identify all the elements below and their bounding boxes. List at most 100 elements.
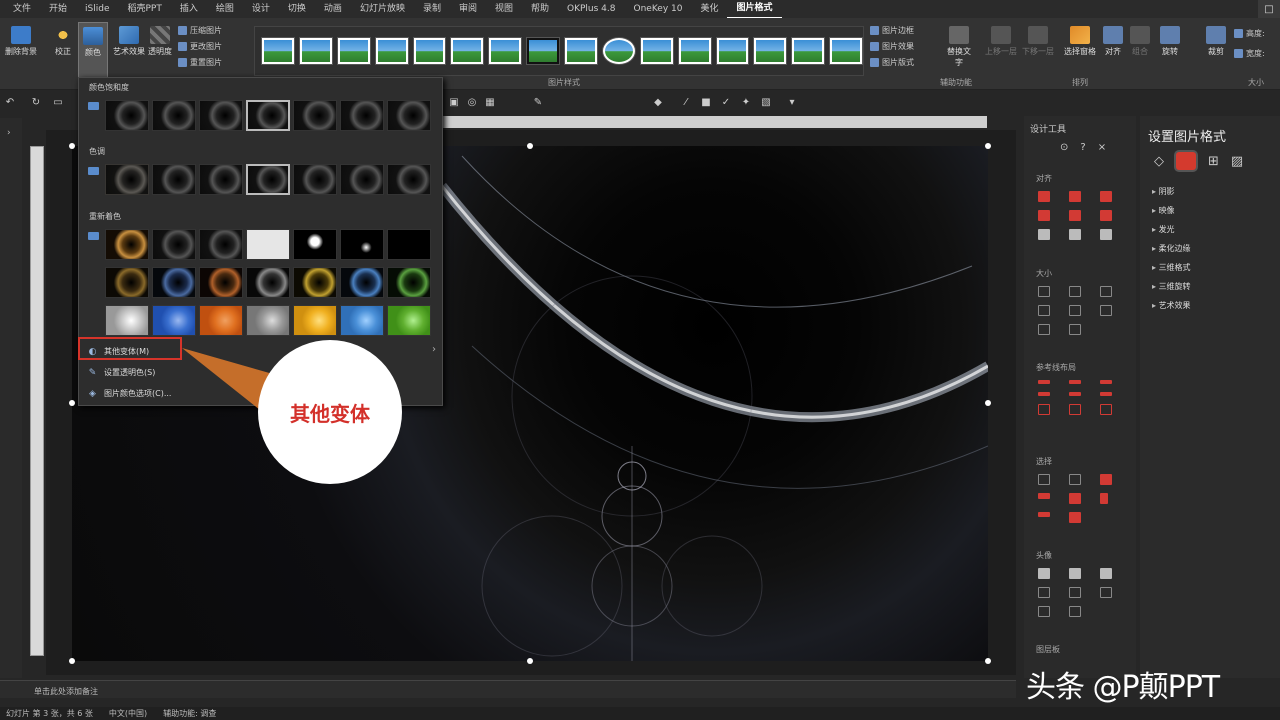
avatar-icon[interactable] xyxy=(1100,568,1112,579)
selection-pane-button[interactable]: 选择窗格 xyxy=(1062,26,1098,57)
picture-style-option[interactable] xyxy=(261,37,295,65)
recolor-option[interactable] xyxy=(293,229,337,260)
tab-14[interactable]: OKPlus 4.8 xyxy=(558,0,624,18)
tab-17[interactable]: 图片格式 xyxy=(727,0,782,19)
tone-option[interactable] xyxy=(105,164,149,195)
recolor-option[interactable] xyxy=(152,267,196,298)
rotate-button[interactable]: 旋转 xyxy=(1158,26,1182,57)
avatar-icon[interactable] xyxy=(1038,568,1050,579)
redo-icon[interactable]: ↻ xyxy=(30,96,42,108)
tone-option[interactable] xyxy=(387,164,431,195)
color-button[interactable]: 颜色 xyxy=(78,22,108,84)
picture-color-options-item[interactable]: ◈ 图片颜色选项(C)... xyxy=(87,388,171,399)
recolor-option[interactable] xyxy=(293,267,337,298)
saturation-option-selected[interactable] xyxy=(246,100,290,131)
white-square-icon[interactable]: ■ xyxy=(700,96,712,108)
undo-icon[interactable]: ↶ xyxy=(4,96,16,108)
help-icon[interactable]: ? xyxy=(1080,142,1085,153)
avatar-icon[interactable] xyxy=(1100,587,1112,598)
tone-option-selected[interactable] xyxy=(246,164,290,195)
tone-option[interactable] xyxy=(293,164,337,195)
fit-height-icon[interactable] xyxy=(1069,305,1081,316)
tab-2[interactable]: iSlide xyxy=(76,0,118,18)
accessibility-status[interactable]: 辅助功能: 调查 xyxy=(163,708,216,719)
fill-color-icon[interactable]: ◆ xyxy=(652,96,664,108)
guide-icon[interactable] xyxy=(1100,392,1112,396)
recolor-option[interactable] xyxy=(387,229,431,260)
picture-style-option[interactable] xyxy=(374,37,409,65)
size-extra-icon[interactable] xyxy=(1069,324,1081,335)
format-item-shadow[interactable]: 阴影 xyxy=(1152,186,1175,197)
resize-handle[interactable] xyxy=(69,143,75,149)
picture-border-button[interactable]: 图片边框 xyxy=(870,25,914,36)
tab-10[interactable]: 录制 xyxy=(414,0,450,18)
tone-option[interactable] xyxy=(152,164,196,195)
picture-icon[interactable]: ▨ xyxy=(1231,154,1243,169)
recolor-option[interactable] xyxy=(387,267,431,298)
alt-text-button[interactable]: 替换文字 xyxy=(944,26,974,68)
crop-button[interactable]: 裁剪 xyxy=(1204,26,1228,57)
tab-6[interactable]: 设计 xyxy=(243,0,279,18)
recolor-option[interactable] xyxy=(105,267,149,298)
eyedropper-icon[interactable]: ⁄ xyxy=(680,96,692,108)
select-icon[interactable] xyxy=(1069,493,1081,504)
recolor-option[interactable] xyxy=(340,229,384,260)
same-size-icon[interactable] xyxy=(1100,286,1112,297)
align-center-icon[interactable] xyxy=(1069,191,1081,202)
tab-0[interactable]: 文件 xyxy=(4,0,40,18)
format-item-3d-rotation[interactable]: 三维旋转 xyxy=(1152,281,1191,292)
compress-pictures-button[interactable]: 压缩图片 xyxy=(178,25,222,36)
picture-style-option[interactable] xyxy=(564,37,598,65)
picture-style-option[interactable] xyxy=(677,37,712,65)
recolor-option[interactable] xyxy=(105,229,149,260)
corrections-button[interactable]: 校正 xyxy=(50,26,76,57)
select-icon[interactable] xyxy=(1100,493,1108,504)
picture-style-option[interactable] xyxy=(526,37,560,65)
recolor-option[interactable] xyxy=(293,305,337,336)
align-slide-icon[interactable] xyxy=(1100,229,1112,240)
format-item-reflection[interactable]: 映像 xyxy=(1152,205,1175,216)
format-item-glow[interactable]: 发光 xyxy=(1152,224,1175,235)
align-button[interactable]: 对齐 xyxy=(1101,26,1125,57)
saturation-option[interactable] xyxy=(199,100,243,131)
select-icon[interactable] xyxy=(1069,474,1081,485)
tab-12[interactable]: 视图 xyxy=(486,0,522,18)
same-height-icon[interactable] xyxy=(1069,286,1081,297)
recolor-option[interactable] xyxy=(152,229,196,260)
close-icon[interactable]: × xyxy=(1098,142,1106,153)
picture-style-option[interactable] xyxy=(450,37,485,65)
settings-icon[interactable]: ⊙ xyxy=(1060,142,1068,153)
remove-background-button[interactable]: 删除背景 xyxy=(4,26,38,57)
more-icon[interactable]: ▾ xyxy=(786,96,798,108)
picture-tool-icon[interactable]: ▦ xyxy=(484,96,496,108)
picture-style-option[interactable] xyxy=(298,37,333,65)
restore-window-button[interactable]: □ xyxy=(1258,0,1280,18)
same-width-icon[interactable] xyxy=(1038,286,1050,297)
picture-style-option[interactable] xyxy=(412,37,447,65)
tab-13[interactable]: 帮助 xyxy=(522,0,558,18)
fill-line-icon[interactable]: ◇ xyxy=(1154,154,1164,169)
tab-9[interactable]: 幻灯片放映 xyxy=(351,0,414,18)
resize-handle[interactable] xyxy=(985,143,991,149)
select-icon[interactable] xyxy=(1100,474,1112,485)
saturation-option[interactable] xyxy=(105,100,149,131)
select-icon[interactable] xyxy=(1038,474,1050,485)
picture-style-option[interactable] xyxy=(336,37,371,65)
guide-icon[interactable] xyxy=(1100,380,1112,384)
set-transparent-color-item[interactable]: ✎ 设置透明色(S) xyxy=(87,367,156,378)
guide-icon[interactable] xyxy=(1069,404,1081,415)
guide-icon[interactable] xyxy=(1069,392,1081,396)
width-field[interactable]: 宽度: xyxy=(1234,48,1265,59)
guide-icon[interactable] xyxy=(1038,380,1050,384)
tab-1[interactable]: 开始 xyxy=(40,0,76,18)
effects-pentagon-icon[interactable] xyxy=(1176,152,1196,170)
tab-16[interactable]: 美化 xyxy=(691,0,727,18)
language-status[interactable]: 中文(中国) xyxy=(109,708,147,719)
tab-5[interactable]: 绘图 xyxy=(207,0,243,18)
tab-8[interactable]: 动画 xyxy=(315,0,351,18)
notes-pane[interactable]: 单击此处添加备注 xyxy=(0,680,1016,698)
brush-icon[interactable]: ✓ xyxy=(720,96,732,108)
change-picture-button[interactable]: 更改图片 xyxy=(178,41,222,52)
avatar-icon[interactable] xyxy=(1069,568,1081,579)
recolor-option[interactable] xyxy=(199,305,243,336)
